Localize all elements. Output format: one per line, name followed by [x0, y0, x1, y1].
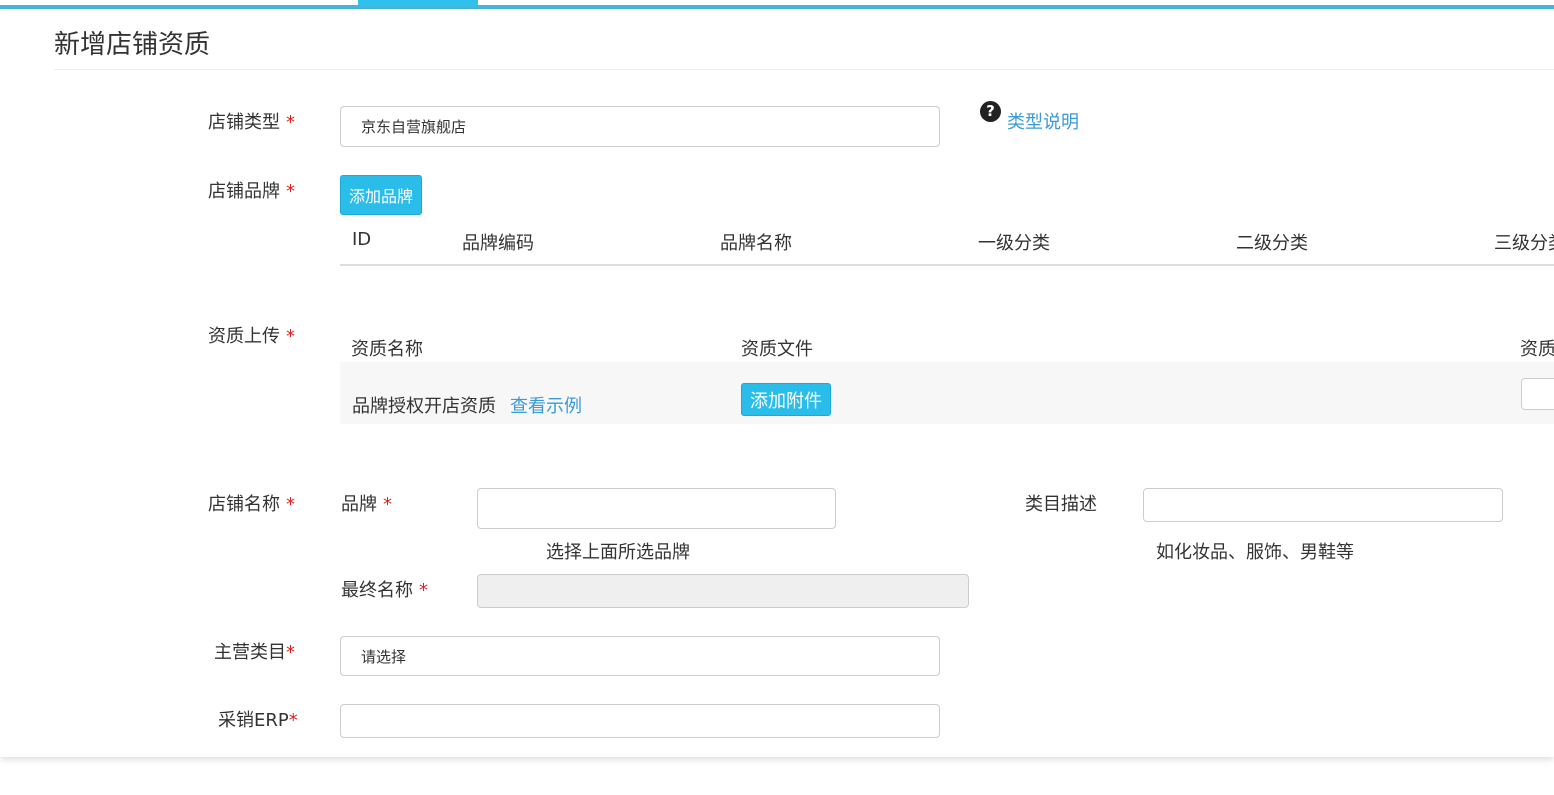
shop-name-label: 店铺名称 *	[208, 494, 295, 515]
brand-col-name: 品牌名称	[720, 233, 792, 254]
qual-col-extra: 资质	[1520, 339, 1554, 360]
required-mark: *	[288, 710, 298, 731]
brand-col-id: ID	[352, 229, 372, 250]
brand-input[interactable]	[477, 488, 836, 529]
final-name-input	[477, 574, 969, 608]
category-desc-hint: 如化妆品、服饰、男鞋等	[1156, 542, 1354, 563]
qual-row-name: 品牌授权开店资质	[352, 396, 496, 417]
category-desc-label: 类目描述	[1025, 494, 1097, 515]
required-mark: *	[383, 494, 392, 515]
shop-brand-label: 店铺品牌 *	[208, 181, 295, 202]
add-brand-button[interactable]: 添加品牌	[340, 175, 422, 215]
main-category-label: 主营类目*	[214, 642, 295, 663]
required-mark: *	[419, 580, 428, 601]
required-mark: *	[286, 181, 295, 202]
type-description-link[interactable]: 类型说明	[1007, 108, 1079, 134]
active-tab-indicator[interactable]	[358, 0, 478, 6]
brand-col-level2: 二级分类	[1236, 233, 1308, 254]
erp-label: 采销ERP*	[218, 710, 298, 731]
required-mark: *	[286, 326, 295, 347]
qual-extra-input[interactable]	[1521, 378, 1554, 410]
qual-col-file: 资质文件	[741, 339, 813, 360]
final-name-label: 最终名称 *	[341, 580, 428, 601]
brand-field-label: 品牌 *	[341, 494, 392, 515]
required-mark: *	[286, 494, 295, 515]
qualification-label: 资质上传 *	[208, 326, 295, 347]
view-example-link[interactable]: 查看示例	[510, 392, 582, 418]
page-title: 新增店铺资质	[54, 30, 211, 60]
erp-input[interactable]	[340, 704, 940, 738]
brand-col-level3: 三级分类	[1494, 233, 1554, 254]
add-attachment-button[interactable]: 添加附件	[741, 383, 831, 416]
question-circle-icon[interactable]: ?	[980, 101, 1001, 122]
category-desc-input[interactable]	[1143, 488, 1503, 522]
qual-col-name: 资质名称	[351, 339, 423, 360]
shop-type-label: 店铺类型 *	[208, 112, 295, 133]
shop-type-select[interactable]: 京东自营旗舰店	[340, 106, 940, 147]
brand-table-header-divider	[340, 264, 1554, 266]
brand-col-code: 品牌编码	[462, 233, 534, 254]
main-category-select[interactable]: 请选择	[340, 636, 940, 676]
title-divider	[54, 69, 1554, 70]
required-mark: *	[286, 642, 295, 663]
required-mark: *	[286, 112, 295, 133]
brand-hint: 选择上面所选品牌	[546, 542, 690, 563]
brand-col-level1: 一级分类	[978, 233, 1050, 254]
